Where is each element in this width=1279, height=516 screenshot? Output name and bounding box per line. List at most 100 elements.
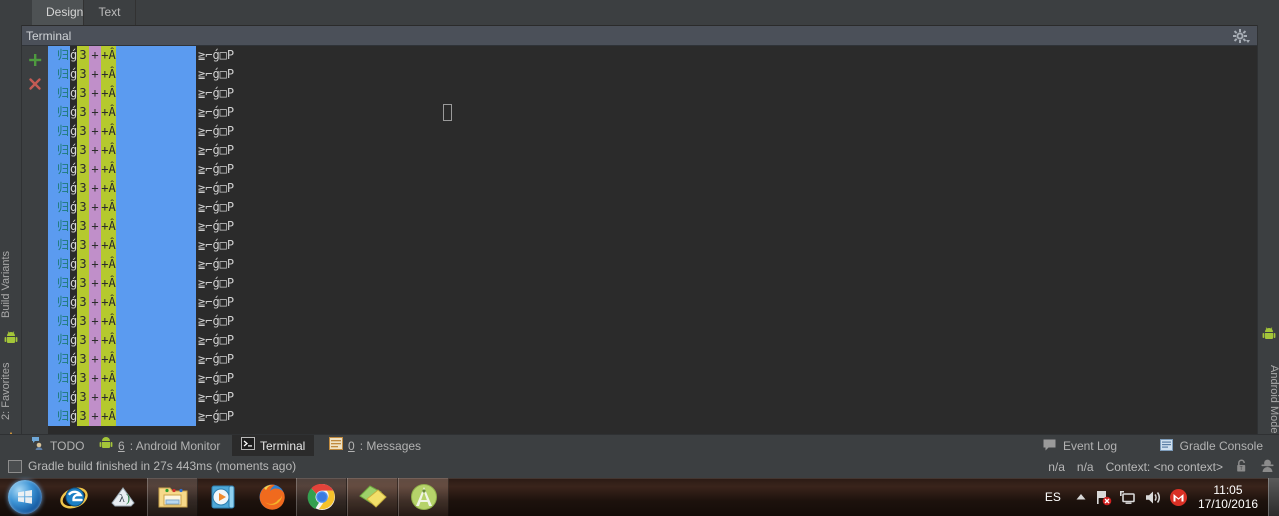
android-studio-icon[interactable] — [398, 478, 449, 516]
terminal-line: 归ǵ 3 + +Â ≧⌐ǵ□P — [48, 103, 1279, 122]
terminal-line-segment: +Â — [101, 388, 116, 407]
windows-start-orb[interactable] — [0, 478, 49, 516]
terminal-line-segment: + — [89, 122, 101, 141]
terminal-line-segment — [48, 179, 56, 198]
tab-text[interactable]: Text — [84, 0, 136, 25]
plus-icon[interactable] — [26, 51, 44, 69]
sidebar-item-build-variants[interactable]: Build Variants — [0, 243, 22, 325]
terminal-line-segment: + — [89, 312, 101, 331]
terminal-output[interactable]: 归ǵ 3 + +Â ≧⌐ǵ□P 归ǵ 3 + +Â ≧⌐ǵ□P 归ǵ 3 + +Â ≧⌐ǵ□P 归ǵ 3 + +Â ≧… — [48, 46, 1279, 434]
internet-explorer-icon[interactable] — [49, 478, 98, 516]
bottom-tab-todo[interactable]: TODO — [22, 435, 93, 457]
terminal-line-segment: + — [89, 293, 101, 312]
terminal-line-segment — [48, 293, 56, 312]
terminal-line-segment: ǵ — [70, 179, 77, 198]
terminal-line-segment — [116, 103, 196, 122]
terminal-line-segment — [48, 122, 56, 141]
show-desktop-button[interactable] — [1268, 478, 1279, 516]
svg-text:): ) — [126, 491, 130, 505]
terminal-line-segment: +Â — [101, 198, 116, 217]
terminal-line-segment: 归 — [56, 141, 70, 160]
terminal-line-segment: ǵ — [70, 160, 77, 179]
terminal-line: 归ǵ 3 + +Â ≧⌐ǵ□P — [48, 274, 1279, 293]
text-cursor — [443, 104, 452, 121]
terminal-line-segment — [116, 274, 196, 293]
terminal-line-segment — [48, 331, 56, 350]
terminal-line-segment: ≧⌐ǵ□P — [196, 160, 235, 179]
close-x-icon[interactable] — [26, 75, 44, 93]
terminal-line-segment: 归 — [56, 122, 70, 141]
status-message: Gradle build finished in 27s 443ms (mome… — [28, 459, 297, 473]
terminal-line-segment — [116, 198, 196, 217]
terminal-line-segment — [48, 388, 56, 407]
media-player-icon[interactable] — [198, 478, 247, 516]
taskbar-items: λ ) — [0, 478, 449, 516]
terminal-line-segment: ǵ — [70, 217, 77, 236]
sidebar-item-android-model[interactable]: Android Model — [1258, 355, 1279, 445]
terminal-line: 归ǵ 3 + +Â ≧⌐ǵ□P — [48, 198, 1279, 217]
taskbar-clock[interactable]: 11:05 17/10/2016 — [1192, 483, 1268, 511]
terminal-line-segment: ≧⌐ǵ□P — [196, 141, 235, 160]
terminal-line-segment — [48, 255, 56, 274]
lock-icon[interactable]: T — [1235, 459, 1248, 476]
terminal-line-segment — [48, 46, 56, 65]
terminal-line-segment — [48, 141, 56, 160]
terminal-line-segment: ǵ — [70, 255, 77, 274]
bottom-tab-gradle-console[interactable]: Gradle Console — [1152, 435, 1271, 457]
gear-icon[interactable] — [1233, 28, 1250, 44]
terminal-line: 归ǵ 3 + +Â ≧⌐ǵ□P — [48, 179, 1279, 198]
editor-tab-strip: Design Text — [0, 0, 1279, 26]
terminal-line-segment: +Â — [101, 141, 116, 160]
action-center-flag-icon[interactable] — [1092, 478, 1116, 516]
terminal-line-segment: 归 — [56, 103, 70, 122]
context-indicator[interactable]: Context: <no context> — [1106, 460, 1223, 474]
right-tool-bar: Android Model — [1257, 25, 1279, 435]
bottom-tab-terminal[interactable]: Terminal — [232, 435, 315, 457]
lambda-app-icon[interactable]: λ ) — [98, 478, 147, 516]
system-tray: ES 11:05 17/10/2016 — [1036, 478, 1279, 516]
file-explorer-icon[interactable] — [147, 478, 198, 516]
language-indicator[interactable]: ES — [1036, 490, 1070, 504]
chevron-up-icon[interactable] — [1070, 478, 1092, 516]
terminal-line-segment — [48, 236, 56, 255]
terminal-line-segment — [116, 160, 196, 179]
terminal-line-segment: + — [89, 179, 101, 198]
build-status-icon[interactable] — [8, 460, 22, 473]
terminal-line-segment — [48, 84, 56, 103]
network-icon[interactable] — [1116, 478, 1140, 516]
sidebar-item-favorites[interactable]: 2: Favorites — [0, 355, 22, 427]
bottom-tab-android-monitor[interactable]: 6: Android Monitor — [90, 435, 229, 457]
terminal-line-segment: ǵ — [70, 236, 77, 255]
terminal-line-segment — [116, 65, 196, 84]
terminal-line-segment: + — [89, 350, 101, 369]
android-icon — [99, 435, 113, 457]
gmail-icon[interactable] — [1166, 478, 1192, 516]
terminal-line-segment: + — [89, 160, 101, 179]
volume-icon[interactable] — [1140, 478, 1166, 516]
google-chrome-icon[interactable] — [296, 478, 347, 516]
terminal-line-segment: +Â — [101, 293, 116, 312]
tab-design[interactable]: Design — [32, 0, 84, 25]
hector-icon[interactable] — [1260, 458, 1275, 476]
terminal-line-segment: ≧⌐ǵ□P — [196, 350, 235, 369]
terminal-line-segment: 归 — [56, 293, 70, 312]
bottom-tab-messages[interactable]: 0: Messages — [320, 435, 430, 457]
terminal-line-segment — [116, 179, 196, 198]
terminal-line-segment — [48, 198, 56, 217]
bottom-tab-label: : Android Monitor — [129, 439, 221, 453]
terminal-line-segment: ǵ — [70, 103, 77, 122]
terminal-title: Terminal — [26, 29, 72, 43]
line-column-indicator[interactable]: n/a — [1077, 460, 1094, 474]
sticky-notes-icon[interactable] — [347, 478, 398, 516]
tab-strip-gutter — [0, 0, 22, 25]
android-icon — [1262, 327, 1276, 341]
terminal-line-segment: + — [89, 84, 101, 103]
firefox-icon[interactable] — [247, 478, 296, 516]
left-tool-bar: Build Variants 2: Favorites — [0, 25, 22, 444]
terminal-line-segment: ≧⌐ǵ□P — [196, 407, 235, 426]
bottom-tab-event-log[interactable]: Event Log — [1035, 435, 1125, 457]
terminal-line-segment: 归 — [56, 255, 70, 274]
memory-indicator[interactable]: n/a — [1048, 460, 1065, 474]
terminal-line-segment: ≧⌐ǵ□P — [196, 65, 235, 84]
terminal-line-segment: 归 — [56, 312, 70, 331]
